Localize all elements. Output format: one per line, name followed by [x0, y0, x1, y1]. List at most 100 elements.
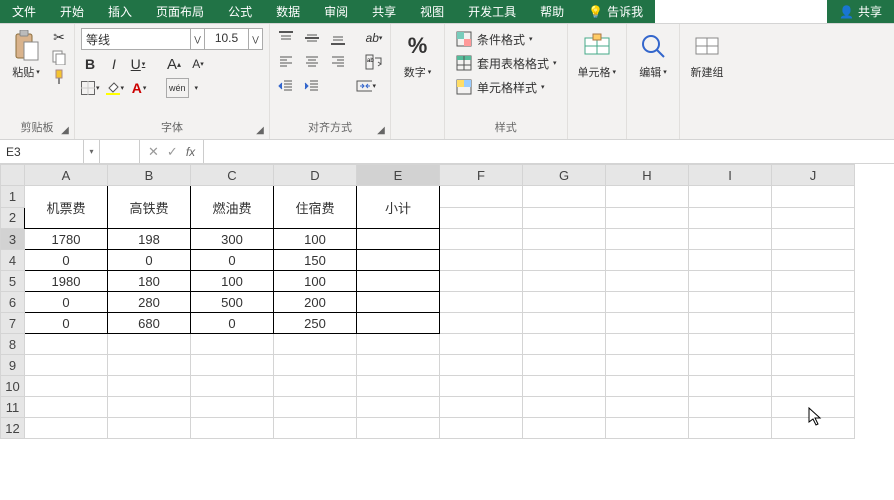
tab-help[interactable]: 帮助	[528, 0, 576, 23]
table-data-cell[interactable]: 180	[108, 271, 191, 292]
cell[interactable]	[440, 186, 523, 208]
tab-share[interactable]: 共享	[360, 0, 408, 23]
cell[interactable]	[606, 229, 689, 250]
cut-button[interactable]: ✂	[50, 28, 68, 46]
table-data-cell[interactable]: 680	[108, 313, 191, 334]
cell[interactable]	[25, 418, 108, 439]
row-header[interactable]: 7	[1, 313, 25, 334]
cell[interactable]	[523, 186, 606, 208]
cell[interactable]	[440, 207, 523, 229]
cell[interactable]	[357, 418, 440, 439]
cell[interactable]	[523, 207, 606, 229]
cell[interactable]	[689, 376, 772, 397]
cell[interactable]	[689, 292, 772, 313]
column-header[interactable]: D	[274, 165, 357, 186]
cell[interactable]	[606, 313, 689, 334]
row-header[interactable]: 12	[1, 418, 25, 439]
alignment-dialog-launcher[interactable]: ◢	[374, 123, 388, 137]
column-header[interactable]: B	[108, 165, 191, 186]
table-data-cell[interactable]: 0	[25, 313, 108, 334]
align-left-button[interactable]	[276, 52, 296, 72]
conditional-formatting-button[interactable]: 条件格式 ▾	[451, 28, 561, 50]
table-data-cell[interactable]: 0	[25, 250, 108, 271]
cancel-formula-button[interactable]: ✕	[148, 144, 159, 160]
wrap-text-button[interactable]: ab	[364, 52, 384, 72]
table-data-cell[interactable]: 198	[108, 229, 191, 250]
table-data-cell[interactable]: 0	[191, 250, 274, 271]
copy-button[interactable]	[50, 48, 68, 66]
underline-button[interactable]: U▾	[129, 54, 147, 74]
cell[interactable]	[606, 376, 689, 397]
cell[interactable]	[689, 397, 772, 418]
name-box[interactable]: E3	[0, 140, 84, 163]
cell[interactable]	[606, 397, 689, 418]
cells-button[interactable]: 单元格▾	[574, 28, 621, 82]
cell[interactable]	[108, 355, 191, 376]
cell[interactable]	[440, 397, 523, 418]
cell[interactable]	[274, 355, 357, 376]
cell[interactable]	[772, 271, 855, 292]
tab-review[interactable]: 审阅	[312, 0, 360, 23]
fill-color-button[interactable]: ▾	[106, 78, 125, 98]
cell[interactable]	[523, 355, 606, 376]
column-header[interactable]: H	[606, 165, 689, 186]
number-format-button[interactable]: % 数字▾	[398, 28, 438, 82]
cell[interactable]	[357, 334, 440, 355]
row-header[interactable]: 11	[1, 397, 25, 418]
cell[interactable]	[440, 229, 523, 250]
bold-button[interactable]: B	[81, 54, 99, 74]
table-data-cell[interactable]	[357, 292, 440, 313]
cell[interactable]	[440, 376, 523, 397]
font-size-input[interactable]: 10.5	[205, 28, 249, 50]
worksheet-grid[interactable]: ABCDEFGHIJ1机票费高铁费燃油费住宿费小计231780198300100…	[0, 164, 894, 439]
borders-button[interactable]: ▾	[81, 78, 100, 98]
increase-indent-button[interactable]	[302, 76, 322, 96]
format-as-table-button[interactable]: 套用表格格式 ▾	[451, 52, 561, 74]
cell[interactable]	[440, 271, 523, 292]
column-header[interactable]: F	[440, 165, 523, 186]
table-data-cell[interactable]	[357, 313, 440, 334]
table-data-cell[interactable]	[357, 271, 440, 292]
cell[interactable]	[689, 334, 772, 355]
font-size-dropdown[interactable]: ⋁	[249, 28, 263, 50]
table-data-cell[interactable]: 250	[274, 313, 357, 334]
tab-tell-me[interactable]: 💡 告诉我	[576, 0, 655, 23]
table-data-cell[interactable]: 100	[191, 271, 274, 292]
cell[interactable]	[606, 186, 689, 208]
cell[interactable]	[440, 334, 523, 355]
cell[interactable]	[440, 418, 523, 439]
row-header[interactable]: 5	[1, 271, 25, 292]
column-header[interactable]: A	[25, 165, 108, 186]
cell[interactable]	[772, 207, 855, 229]
table-data-cell[interactable]: 0	[191, 313, 274, 334]
cell-styles-button[interactable]: 单元格样式 ▾	[451, 76, 561, 98]
cell[interactable]	[772, 186, 855, 208]
row-header[interactable]: 9	[1, 355, 25, 376]
cell[interactable]	[25, 334, 108, 355]
cell[interactable]	[357, 376, 440, 397]
cell[interactable]	[523, 271, 606, 292]
cell[interactable]	[772, 334, 855, 355]
cell[interactable]	[274, 376, 357, 397]
row-header[interactable]: 1	[1, 186, 25, 208]
table-header-cell[interactable]: 高铁费	[108, 186, 191, 229]
enter-formula-button[interactable]: ✓	[167, 144, 178, 160]
column-header[interactable]: E	[357, 165, 440, 186]
cell[interactable]	[440, 313, 523, 334]
cell[interactable]	[606, 355, 689, 376]
column-header[interactable]: G	[523, 165, 606, 186]
tab-page-layout[interactable]: 页面布局	[144, 0, 216, 23]
cell[interactable]	[108, 334, 191, 355]
cell[interactable]	[606, 292, 689, 313]
row-header[interactable]: 4	[1, 250, 25, 271]
align-middle-button[interactable]	[302, 28, 322, 48]
table-header-cell[interactable]: 机票费	[25, 186, 108, 229]
table-data-cell[interactable]: 500	[191, 292, 274, 313]
paste-button[interactable]: 粘贴 ▾	[6, 28, 46, 82]
table-data-cell[interactable]: 1780	[25, 229, 108, 250]
tab-insert[interactable]: 插入	[96, 0, 144, 23]
tab-data[interactable]: 数据	[264, 0, 312, 23]
phonetic-button[interactable]: wén	[166, 78, 189, 98]
table-data-cell[interactable]: 100	[274, 229, 357, 250]
cell[interactable]	[25, 355, 108, 376]
